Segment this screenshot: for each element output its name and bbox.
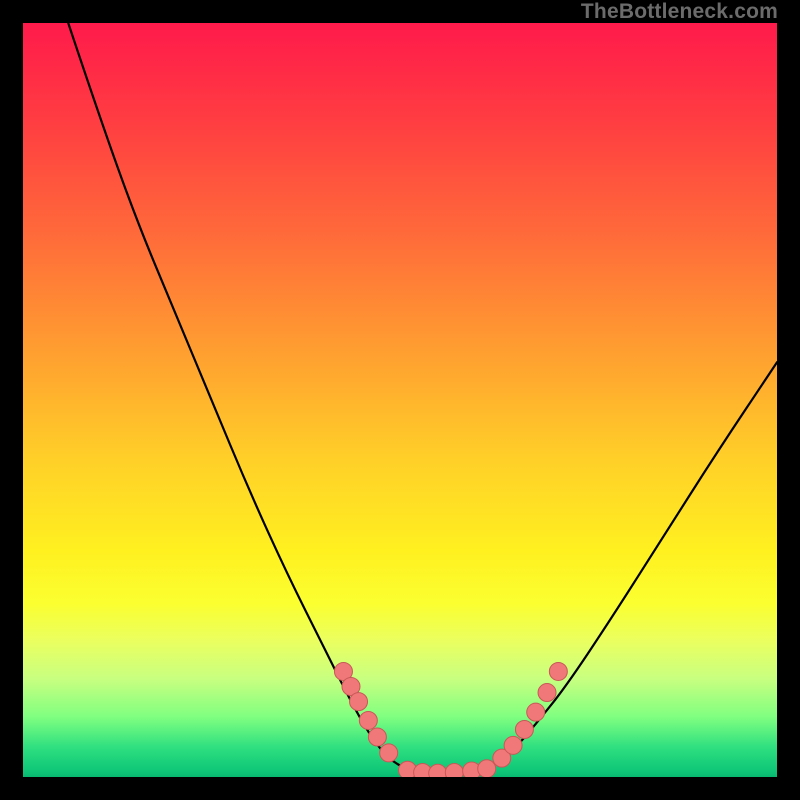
marker-right-4 [538,684,556,702]
data-markers-right [493,662,568,767]
marker-right-5 [549,662,567,680]
marker-right-1 [504,736,522,754]
marker-left-4 [368,728,386,746]
marker-bottom-5 [478,760,496,777]
chart-svg [23,23,777,777]
marker-left-3 [359,711,377,729]
marker-bottom-2 [429,764,447,777]
plot-area [23,23,777,777]
marker-bottom-3 [445,763,463,777]
data-markers-left [334,662,397,761]
marker-left-5 [380,744,398,762]
marker-right-2 [515,721,533,739]
bottleneck-curve [68,23,777,773]
attribution-watermark: TheBottleneck.com [581,0,778,24]
marker-left-2 [350,693,368,711]
chart-frame: TheBottleneck.com [0,0,800,800]
data-markers-bottom [399,760,496,777]
marker-right-3 [527,703,545,721]
